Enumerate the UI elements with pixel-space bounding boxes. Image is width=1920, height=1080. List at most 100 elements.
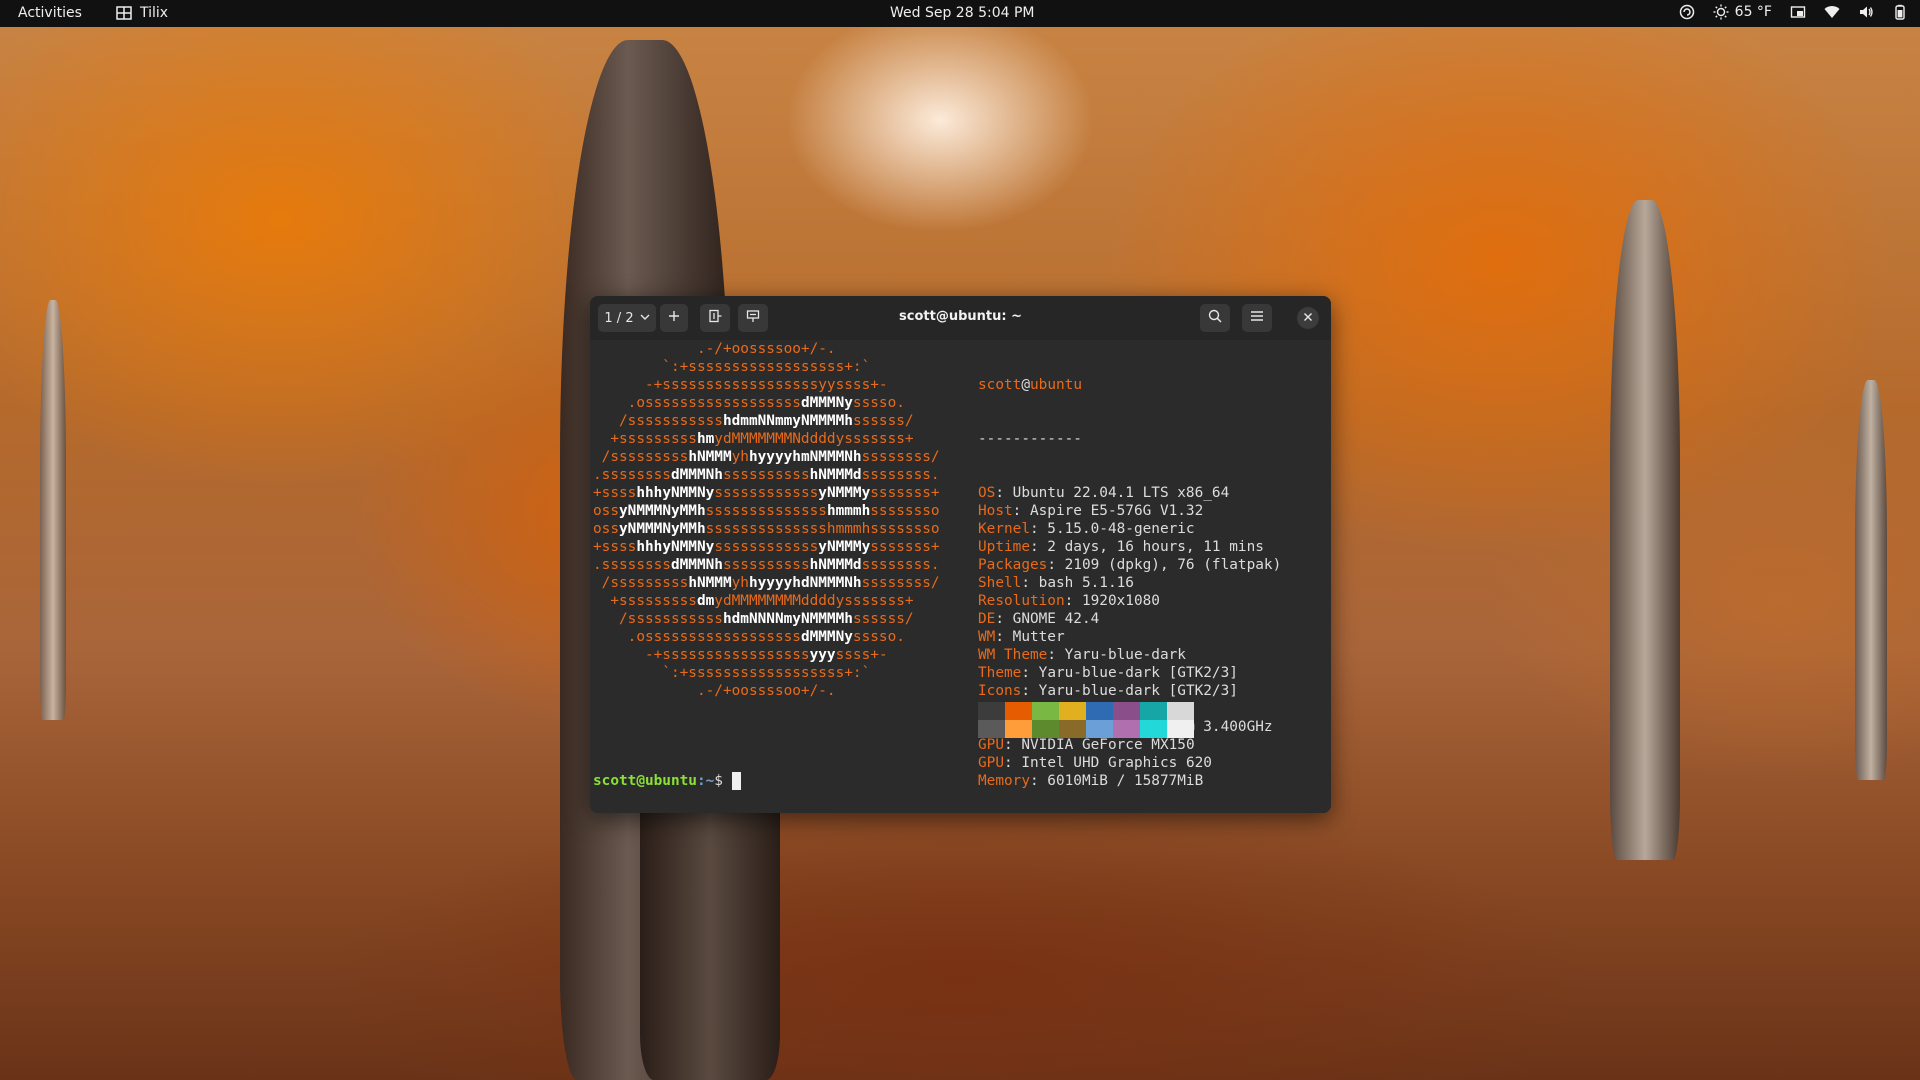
search-icon	[1208, 309, 1222, 327]
close-button[interactable]	[1297, 307, 1319, 329]
palette-swatch	[1059, 720, 1086, 738]
prompt-user-host: scott@ubuntu	[593, 773, 697, 789]
logo-line: .ssssssssdMMMNhsssssssssshNMMMdssssssss.	[593, 467, 940, 483]
info-field-key: DE	[978, 611, 996, 627]
palette-swatch	[1032, 720, 1059, 738]
info-field-value: : 2 days, 16 hours, 11 mins	[1029, 539, 1264, 555]
app-menu[interactable]: Tilix	[116, 5, 168, 21]
info-host: ubuntu	[1030, 377, 1082, 393]
info-field-value: : Ubuntu 22.04.1 LTS x86_64	[995, 485, 1230, 501]
palette-swatch	[1005, 720, 1032, 738]
logo-line: ossyNMMMNyMMhsssssssssssssshmmmhssssssso	[593, 503, 940, 519]
wifi-icon[interactable]	[1824, 4, 1840, 20]
info-field-key: Icons	[978, 683, 1022, 699]
tree-trunk-far-left	[40, 300, 66, 720]
info-field-key: Theme	[978, 665, 1022, 681]
palette-swatch	[1086, 702, 1113, 720]
logo-line: -+ssssssssssssssssssyyssss+-	[593, 377, 888, 393]
terminal-titlebar[interactable]: 1 / 2 scott@ubuntu: ~	[590, 296, 1331, 340]
info-field-key: Memory	[978, 773, 1030, 789]
info-field: WM Theme: Yaru-blue-dark	[978, 646, 1281, 664]
weather-indicator[interactable]: 65 °F	[1713, 4, 1772, 20]
info-field-value: : bash 5.1.16	[1021, 575, 1134, 591]
logo-line: +ssssssssshmydMMMMMMMNddddysssssss+	[593, 431, 914, 447]
info-field: Resolution: 1920x1080	[978, 592, 1281, 610]
info-field-value: : NVIDIA GeForce MX150	[1004, 737, 1195, 753]
info-separator: ------------	[978, 431, 1082, 447]
text-cursor	[731, 772, 741, 790]
logo-line: .-/+oossssoo+/-.	[593, 341, 836, 357]
info-field: Packages: 2109 (dpkg), 76 (flatpak)	[978, 556, 1281, 574]
prompt-symbol: $	[714, 773, 732, 789]
palette-swatch	[1005, 702, 1032, 720]
battery-icon[interactable]	[1892, 4, 1908, 20]
tree-trunk-right	[1610, 200, 1680, 860]
palette-swatch	[1113, 702, 1140, 720]
logo-line: .ossssssssssssssssssdMMMNysssso.	[593, 395, 905, 411]
info-field: GPU: Intel UHD Graphics 620	[978, 754, 1281, 772]
info-field-value: : 2109 (dpkg), 76 (flatpak)	[1047, 557, 1282, 573]
info-field: Icons: Yaru-blue-dark [GTK2/3]	[978, 682, 1281, 700]
info-field-value: : GNOME 42.4	[995, 611, 1100, 627]
info-field: Theme: Yaru-blue-dark [GTK2/3]	[978, 664, 1281, 682]
info-field-value: : Yaru-blue-dark [GTK2/3]	[1021, 665, 1238, 681]
palette-swatch	[1140, 720, 1167, 738]
palette-swatch	[1140, 702, 1167, 720]
ubuntu-ascii-logo: .-/+oossssoo+/-. `:+ssssssssssssssssss+:…	[593, 340, 940, 700]
palette-swatch	[1113, 720, 1140, 738]
logo-line: /ssssssssssshdmNNNNmyNMMMMhssssss/	[593, 611, 914, 627]
app-name: Tilix	[140, 5, 169, 21]
info-field: Uptime: 2 days, 16 hours, 11 mins	[978, 538, 1281, 556]
logo-line: /ssssssssshNMMMyhhyyyyhdNMMMNhssssssss/	[593, 575, 940, 591]
info-fields: OS: Ubuntu 22.04.1 LTS x86_64 Host: Aspir…	[978, 484, 1281, 790]
close-icon	[1303, 311, 1313, 326]
search-button[interactable]	[1200, 304, 1230, 332]
terminal-content[interactable]: .-/+oossssoo+/-. `:+ssssssssssssssssss+:…	[590, 340, 1331, 813]
info-field-value: : Mutter	[995, 629, 1065, 645]
shell-prompt[interactable]: scott@ubuntu:~$	[593, 772, 741, 790]
logo-line: .ssssssssdMMMNhsssssssssshNMMMdssssssss.	[593, 557, 940, 573]
info-field: WM: Mutter	[978, 628, 1281, 646]
menu-button[interactable]	[1242, 304, 1272, 332]
palette-swatch	[1167, 702, 1194, 720]
info-field-value: : 5.15.0-48-generic	[1029, 521, 1195, 537]
info-field-key: WM Theme	[978, 647, 1048, 663]
palette-swatch	[978, 720, 1005, 738]
color-palette	[978, 702, 1194, 738]
info-field-key: Uptime	[978, 539, 1030, 555]
info-field: OS: Ubuntu 22.04.1 LTS x86_64	[978, 484, 1281, 502]
system-info: scott@ubuntu ------------ OS: Ubuntu 22.…	[978, 340, 1281, 813]
logo-line: .ossssssssssssssssssdMMMNysssso.	[593, 629, 905, 645]
info-field-key: WM	[978, 629, 996, 645]
sun-icon	[1713, 4, 1729, 20]
terminal-window[interactable]: 1 / 2 scott@ubuntu: ~ .-/+oossssoo+/-. `…	[590, 296, 1331, 813]
info-field: Shell: bash 5.1.16	[978, 574, 1281, 592]
prompt-path: :~	[696, 773, 715, 789]
tree-trunk-far-right	[1855, 380, 1887, 780]
info-field: Memory: 6010MiB / 15877MiB	[978, 772, 1281, 790]
logo-line: `:+ssssssssssssssssss+:`	[593, 665, 871, 681]
info-field-value: : 6010MiB / 15877MiB	[1029, 773, 1204, 789]
info-field-value: : 1920x1080	[1064, 593, 1160, 609]
info-field-key: OS	[978, 485, 996, 501]
activities-button[interactable]: Activities	[18, 5, 82, 21]
info-field-key: Shell	[978, 575, 1022, 591]
logo-line: +sssshhhyNMMNyssssssssssssyNMMMysssssss+	[593, 539, 940, 555]
logo-line: /ssssssssshNMMMyhhyyyyhmNMMMNhssssssss/	[593, 449, 940, 465]
info-field-value: : Yaru-blue-dark [GTK2/3]	[1021, 683, 1238, 699]
update-icon[interactable]	[1679, 4, 1695, 20]
system-tray[interactable]: 65 °F	[1679, 4, 1908, 20]
info-field-key: GPU	[978, 755, 1004, 771]
palette-swatch	[978, 702, 1005, 720]
logo-line: ossyNMMMNyMMhsssssssssssssshmmmhssssssso	[593, 521, 940, 537]
user-host-line: scott@ubuntu	[978, 377, 1082, 393]
info-field-value: : Intel UHD Graphics 620	[1004, 755, 1212, 771]
info-field-key: Kernel	[978, 521, 1030, 537]
logo-line: .-/+oossssoo+/-.	[593, 683, 836, 699]
screen-share-icon[interactable]	[1790, 4, 1806, 20]
info-field-key: Host	[978, 503, 1013, 519]
info-field-value: : Aspire E5-576G V1.32	[1012, 503, 1204, 519]
clock[interactable]: Wed Sep 28 5:04 PM	[890, 5, 1034, 21]
palette-swatch	[1167, 720, 1194, 738]
volume-icon[interactable]	[1858, 4, 1874, 20]
